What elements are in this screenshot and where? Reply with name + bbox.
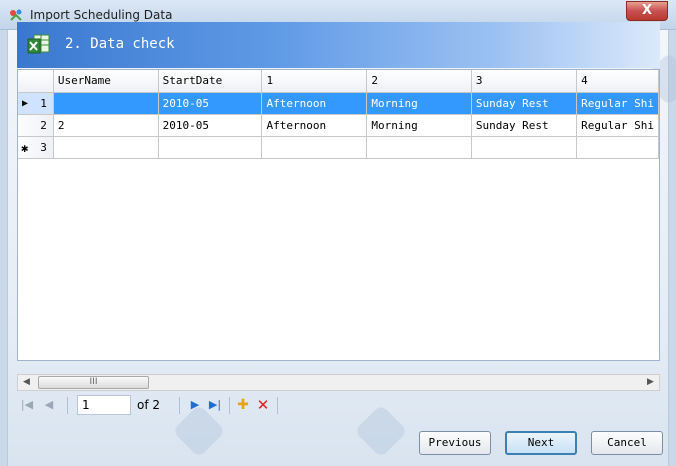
record-count-label: of 2 xyxy=(137,398,161,412)
column-header-startdate[interactable]: StartDate xyxy=(158,70,263,93)
corner-header[interactable] xyxy=(18,70,54,93)
step-title: 2. Data check xyxy=(65,36,175,52)
window-title: Import Scheduling Data xyxy=(30,8,173,22)
table-cell[interactable]: Sunday Rest xyxy=(471,114,578,137)
table-cell[interactable] xyxy=(471,136,578,159)
table-cell[interactable] xyxy=(53,92,159,115)
previous-button[interactable]: Previous xyxy=(419,431,491,455)
column-header-2[interactable]: 2 xyxy=(366,70,472,93)
table-cell[interactable]: Afternoon xyxy=(261,92,368,115)
table-cell[interactable]: 2 xyxy=(53,114,159,137)
position-input[interactable]: 1 xyxy=(77,395,131,415)
header-row: UserName StartDate 1 2 3 4 xyxy=(18,70,659,93)
table-cell[interactable]: Morning xyxy=(366,114,472,137)
table-cell[interactable]: Sunday Rest xyxy=(471,92,578,115)
table-cell[interactable]: Regular Shi xyxy=(576,92,659,115)
next-button[interactable]: Next xyxy=(505,431,577,455)
move-next-icon[interactable]: ▶ xyxy=(187,397,203,413)
table-cell[interactable]: 2010-05 xyxy=(158,92,263,115)
row-header[interactable]: 2 xyxy=(18,114,54,137)
table-cell[interactable] xyxy=(261,136,368,159)
table-cell[interactable] xyxy=(576,136,659,159)
cancel-button[interactable]: Cancel xyxy=(591,431,663,455)
separator xyxy=(229,397,230,414)
column-header-1[interactable]: 1 xyxy=(261,70,368,93)
new-row-icon: ✱ xyxy=(21,140,29,155)
scroll-right-icon[interactable]: ▶ xyxy=(643,376,658,389)
current-row-icon: ▶ xyxy=(22,97,29,109)
table-row[interactable]: ▶ 1 2010-05 Afternoon Morning Sunday Rest… xyxy=(18,92,659,115)
column-header-4[interactable]: 4 xyxy=(576,70,659,93)
record-navigator: |◀ ◀ 1 of 2 ▶ ▶| ✚ ✕ xyxy=(17,394,317,416)
row-number: 2 xyxy=(40,118,47,132)
table-cell[interactable] xyxy=(158,136,263,159)
new-row[interactable]: ✱ 3 xyxy=(18,136,659,159)
scroll-left-icon[interactable]: ◀ xyxy=(19,376,34,389)
separator xyxy=(277,397,278,414)
column-header-3[interactable]: 3 xyxy=(471,70,578,93)
table-cell[interactable]: Afternoon xyxy=(261,114,368,137)
table-cell[interactable]: Morning xyxy=(366,92,472,115)
move-previous-icon[interactable]: ◀ xyxy=(41,397,57,413)
table-cell[interactable]: Regular Shi xyxy=(576,114,659,137)
data-table: UserName StartDate 1 2 3 4 ▶ 1 2010-05 Af… xyxy=(18,70,659,159)
separator xyxy=(67,397,68,414)
row-header[interactable]: ✱ 3 xyxy=(18,136,54,159)
delete-icon[interactable]: ✕ xyxy=(255,397,271,413)
table-cell[interactable] xyxy=(366,136,472,159)
data-grid[interactable]: UserName StartDate 1 2 3 4 ▶ 1 2010-05 Af… xyxy=(17,69,660,361)
row-number: 3 xyxy=(40,140,47,154)
table-cell[interactable] xyxy=(53,136,159,159)
row-header[interactable]: ▶ 1 xyxy=(18,92,54,115)
scrollbar-thumb[interactable]: III xyxy=(38,376,149,389)
table-row[interactable]: 2 2 2010-05 Afternoon Morning Sunday Res… xyxy=(18,114,659,137)
row-number: 1 xyxy=(40,96,47,110)
horizontal-scrollbar[interactable]: ◀ III ▶ xyxy=(17,374,660,391)
table-cell[interactable]: 2010-05 xyxy=(158,114,263,137)
app-icon xyxy=(10,9,22,21)
move-last-icon[interactable]: ▶| xyxy=(207,397,223,413)
excel-sheet-icon xyxy=(27,34,50,54)
close-button[interactable]: X xyxy=(626,1,668,21)
separator xyxy=(179,397,180,414)
move-first-icon[interactable]: |◀ xyxy=(19,397,35,413)
column-header-username[interactable]: UserName xyxy=(53,70,159,93)
add-new-icon[interactable]: ✚ xyxy=(235,397,251,413)
step-header: 2. Data check xyxy=(17,22,660,68)
